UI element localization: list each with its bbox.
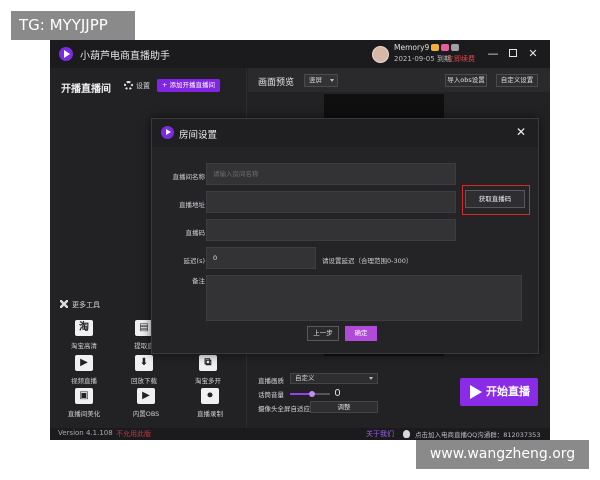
- maximize-button[interactable]: [506, 47, 520, 61]
- dialog-header: 房间设置 ✕: [152, 119, 538, 147]
- watermark-bottom-right: www.wangzheng.org: [416, 440, 589, 469]
- volume-slider[interactable]: [290, 391, 330, 397]
- room-settings-dialog: 房间设置 ✕ 直播间名称 请输入房间名称 直播地址 获取直播码 直播码 延迟(s…: [151, 118, 539, 354]
- beautify-icon: ▣: [75, 388, 93, 404]
- quality-label: 直播画质: [258, 377, 284, 385]
- title-bar: 小葫芦电商直播助手 Memory9 2021-09-05 到期 立即续费 — ✕: [50, 40, 550, 68]
- expire-date: 2021-09-05 到期: [394, 55, 451, 63]
- tool-label: 淘宝高清: [71, 342, 97, 350]
- gear-icon[interactable]: [124, 81, 133, 90]
- delay-label: 延迟(s): [183, 257, 205, 265]
- tool-label: 回放下载: [131, 377, 157, 385]
- tool-label: 直播录制: [197, 410, 223, 418]
- dialog-logo-icon: [161, 126, 174, 139]
- tools-header: 更多工具: [60, 300, 100, 310]
- heart-badge-icon: [441, 44, 449, 51]
- dialog-close-button[interactable]: ✕: [514, 125, 528, 139]
- panel-title: 开播直播间: [61, 84, 111, 95]
- update-link[interactable]: 不允用此版: [116, 429, 151, 439]
- add-room-button[interactable]: + 添加开播直播间: [157, 79, 221, 92]
- maximize-icon: [509, 49, 517, 57]
- volume-label: 话筒音量: [258, 391, 284, 399]
- tools-header-label: 更多工具: [72, 301, 100, 309]
- start-live-button[interactable]: 开始直播: [460, 378, 538, 406]
- room-name-label: 直播间名称: [172, 173, 206, 181]
- avatar[interactable]: [372, 46, 389, 63]
- volume-knob[interactable]: [309, 391, 315, 397]
- remark-label: 备注: [192, 277, 205, 285]
- tool-beautify[interactable]: ▣ 直播间美化: [54, 388, 114, 418]
- mic-icon[interactable]: [335, 389, 340, 396]
- about-link[interactable]: 关于我们: [366, 429, 394, 439]
- start-live-label: 开始直播: [486, 385, 530, 398]
- tool-record[interactable]: ⏺ 直播录制: [180, 388, 240, 418]
- version-text: Version 4.1.108: [58, 429, 113, 437]
- play-icon: [468, 385, 482, 399]
- vip-badge-icon: [431, 44, 439, 51]
- tool-taobao-hd[interactable]: 淘 淘宝高清: [54, 320, 114, 350]
- bottom-controls: 直播画质 自定义 话筒音量 摄像头全屏自适应 调整 开始直播: [248, 360, 550, 428]
- builtin-obs-icon: ▶: [137, 388, 155, 404]
- tool-label: 淘宝多开: [195, 377, 221, 385]
- preview-title: 画面预览: [258, 78, 295, 88]
- get-stream-code-button[interactable]: 获取直播码: [465, 190, 525, 208]
- record-icon: ⏺: [201, 388, 219, 404]
- dialog-title: 房间设置: [179, 130, 218, 141]
- user-name: Memory9: [394, 43, 430, 52]
- tool-video-live[interactable]: ▶ 视频直播: [54, 355, 114, 385]
- page: 小葫芦电商直播助手 Memory9 2021-09-05 到期 立即续费 — ✕…: [0, 0, 600, 480]
- tool-builtin-obs[interactable]: ▶ 内置OBS: [116, 388, 176, 418]
- preview-toolbar: 画面预览 竖屏 导入obs设置 自定义设置: [248, 68, 550, 92]
- adjust-button[interactable]: 调整: [310, 401, 378, 413]
- tool-label: 内置OBS: [132, 410, 160, 418]
- status-bar: Version 4.1.108 不允用此版 关于我们 点击加入电商直播QQ沟通群…: [50, 428, 550, 440]
- video-live-icon: ▶: [75, 355, 93, 371]
- stream-url-label: 直播地址: [179, 201, 205, 209]
- level-badge-icon: [451, 44, 459, 51]
- settings-button[interactable]: 设置: [136, 81, 150, 91]
- app-logo-icon: [59, 47, 73, 61]
- tool-taobao-multi[interactable]: ⧉ 淘宝多开: [178, 355, 238, 385]
- remark-textarea[interactable]: [206, 275, 522, 321]
- renew-link[interactable]: 立即续费: [447, 54, 475, 64]
- stream-code-label: 直播码: [185, 229, 206, 237]
- confirm-button[interactable]: 确定: [345, 326, 377, 341]
- tools-icon: [60, 300, 68, 308]
- app-title: 小葫芦电商直播助手: [80, 51, 170, 62]
- tool-replay-download[interactable]: ⬇ 回放下载: [114, 355, 174, 385]
- qq-icon: [403, 430, 410, 438]
- import-obs-button[interactable]: 导入obs设置: [445, 74, 487, 87]
- taobao-hd-icon: 淘: [75, 320, 93, 336]
- qq-group-link[interactable]: 点击加入电商直播QQ沟通群：812037353: [415, 429, 540, 439]
- tool-label: 视频直播: [71, 377, 97, 385]
- app-window: 小葫芦电商直播助手 Memory9 2021-09-05 到期 立即续费 — ✕…: [50, 40, 550, 440]
- tool-label: 直播间美化: [67, 410, 101, 418]
- watermark-top-left: TG: MYYJJPP: [11, 11, 135, 40]
- quality-select[interactable]: 自定义: [290, 373, 378, 384]
- prev-step-button[interactable]: 上一步: [307, 326, 339, 341]
- minimize-button[interactable]: —: [486, 47, 500, 61]
- delay-hint: 请设置延迟（合理范围0-300）: [322, 257, 413, 265]
- room-name-input[interactable]: 请输入房间名称: [206, 163, 456, 185]
- close-window-button[interactable]: ✕: [526, 47, 540, 61]
- custom-settings-button[interactable]: 自定义设置: [496, 74, 538, 87]
- camera-label: 摄像头全屏自适应: [258, 405, 310, 413]
- taobao-multi-icon: ⧉: [199, 355, 217, 371]
- replay-download-icon: ⬇: [135, 355, 153, 371]
- ratio-select[interactable]: 竖屏: [304, 74, 338, 87]
- stream-code-input[interactable]: [206, 219, 456, 241]
- stream-url-input[interactable]: [206, 191, 456, 213]
- delay-input[interactable]: 0: [206, 247, 316, 269]
